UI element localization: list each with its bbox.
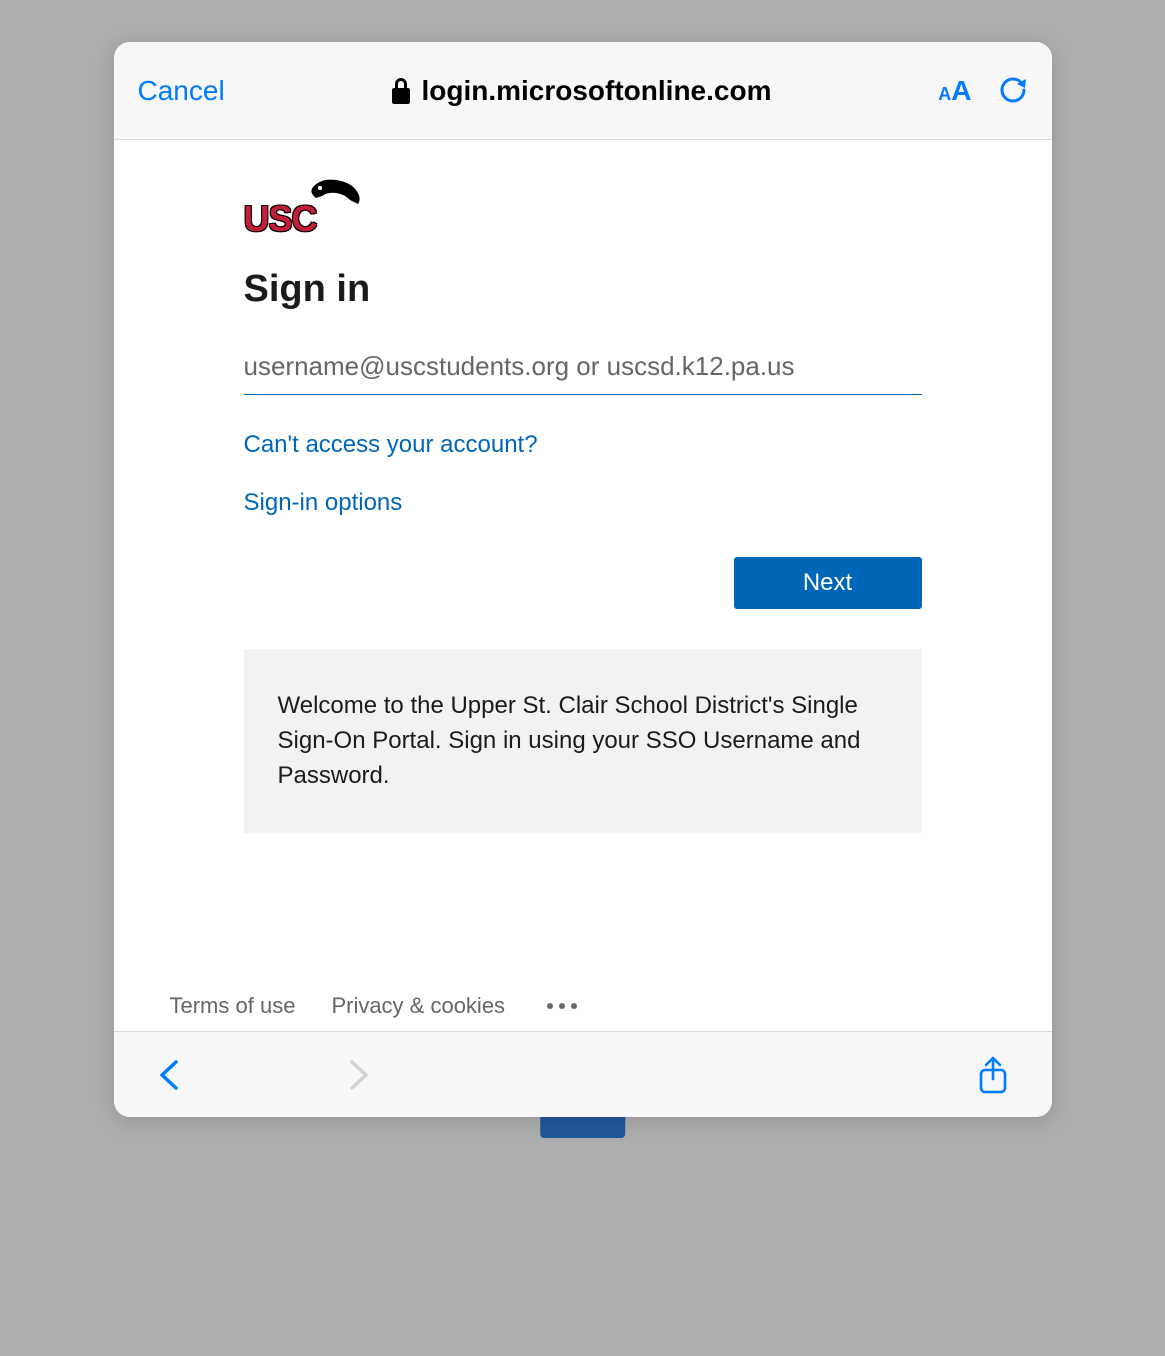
cant-access-link[interactable]: Can't access your account?: [244, 431, 922, 459]
ellipsis-icon[interactable]: [541, 1003, 583, 1009]
page-title: Sign in: [244, 268, 922, 311]
organization-logo: USC: [244, 184, 364, 240]
privacy-link[interactable]: Privacy & cookies: [331, 993, 505, 1019]
cancel-button[interactable]: Cancel: [138, 75, 225, 107]
footer-links: Terms of use Privacy & cookies: [170, 993, 584, 1019]
terms-link[interactable]: Terms of use: [170, 993, 296, 1019]
back-button[interactable]: [156, 1058, 184, 1092]
lock-icon: [391, 78, 411, 104]
share-icon[interactable]: [976, 1055, 1010, 1095]
browser-modal: Cancel login.microsoftonline.com AA USC …: [114, 42, 1052, 1117]
content-area: USC Sign in Can't access your account? S…: [114, 140, 1052, 1031]
url-text: login.microsoftonline.com: [421, 75, 771, 107]
welcome-message: Welcome to the Upper St. Clair School Di…: [244, 649, 922, 833]
signin-options-link[interactable]: Sign-in options: [244, 489, 922, 517]
nav-bar: Cancel login.microsoftonline.com AA: [114, 42, 1052, 140]
next-button[interactable]: Next: [734, 557, 922, 609]
text-size-icon[interactable]: AA: [938, 75, 971, 107]
url-area[interactable]: login.microsoftonline.com: [225, 75, 939, 107]
bottom-toolbar: [114, 1031, 1052, 1117]
reload-icon[interactable]: [1000, 77, 1028, 105]
username-input[interactable]: [244, 345, 922, 395]
forward-button: [344, 1058, 372, 1092]
